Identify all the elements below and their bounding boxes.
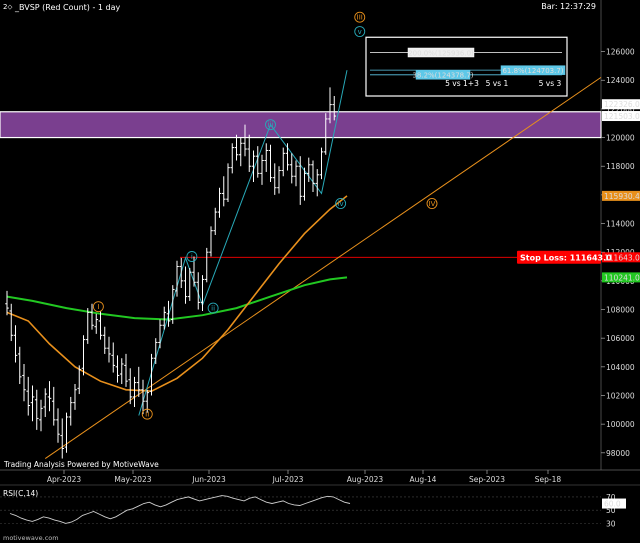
- projection-tag-text: 61.8%(124703.7): [502, 67, 563, 75]
- bar-time: Bar: 12:37:29: [541, 2, 596, 11]
- price-label: 110241.0: [602, 272, 640, 283]
- watermark: motivewave.com: [3, 534, 59, 542]
- y-tick-label: 124000: [606, 76, 635, 85]
- y-tick-label: 100000: [606, 420, 635, 429]
- price-label-text: 110241.0: [604, 273, 640, 282]
- y-tick-label: 102000: [606, 391, 635, 400]
- y-tick-label: 106000: [606, 334, 635, 343]
- price-label: 115930.4: [602, 190, 640, 201]
- wave-text: iv: [338, 200, 344, 208]
- y-tick-label: 126000: [606, 48, 635, 57]
- projection-caption: 5 vs 3: [539, 79, 562, 88]
- projection-caption: 5 vs 1: [486, 79, 509, 88]
- x-tick-label: Aug-14: [410, 475, 437, 484]
- wave-text: v: [358, 28, 362, 36]
- y-tick-label: 108000: [606, 306, 635, 315]
- projection-caption: 5 vs 1+3: [445, 79, 479, 88]
- powered-by-text: Trading Analysis Powered by MotiveWave: [3, 460, 159, 469]
- y-tick-label: 114000: [606, 220, 635, 229]
- target-zone: [0, 111, 602, 139]
- price-label: 121503.0: [602, 111, 640, 122]
- x-tick-label: Jul-2023: [272, 475, 304, 484]
- x-tick-label: Apr-2023: [47, 475, 82, 484]
- wave-text: III: [357, 14, 363, 22]
- x-tick-label: Sep-18: [535, 475, 562, 484]
- price-label: 122326.0: [602, 99, 640, 110]
- price-label-text: 122326.0: [604, 100, 640, 109]
- stock-chart[interactable]: IIIIIIIViiiiiiivv 9800010000010200010400…: [0, 0, 640, 543]
- wave-text: i: [191, 253, 193, 261]
- wave-text: I: [97, 303, 99, 311]
- price-label-text: 121503.0: [604, 112, 640, 121]
- stop-loss-badge-text: Stop Loss: 111643.0: [520, 253, 612, 262]
- x-tick-label: Sep-2023: [469, 475, 505, 484]
- chart-title: _BVSP (Red Count) - 1 day: [14, 3, 120, 12]
- stop-loss-badge: Stop Loss: 111643.0: [517, 250, 612, 264]
- wave-text: iii: [268, 121, 274, 129]
- y-tick-label: 118000: [606, 162, 635, 171]
- y-tick-label: 98000: [606, 449, 630, 458]
- title-glyph: 2⬦: [3, 3, 12, 11]
- wave-text: II: [145, 411, 149, 419]
- x-tick-label: May-2023: [114, 475, 151, 484]
- price-label-text: 115930.4: [604, 192, 640, 201]
- y-tick-label: 120000: [606, 134, 635, 143]
- wave-text: IV: [429, 200, 436, 208]
- y-tick-label: 104000: [606, 363, 635, 372]
- x-tick-label: Aug-2023: [347, 475, 384, 484]
- rsi-value-text: 60.0: [604, 500, 621, 509]
- rsi-tick-label: 30: [606, 519, 616, 528]
- wave-text: ii: [211, 305, 215, 313]
- x-tick-label: Jun-2023: [191, 475, 226, 484]
- projection-tag-text: 200.0%(125936.0): [408, 49, 474, 57]
- title-block: 2⬦ _BVSP (Red Count) - 1 day: [3, 3, 120, 12]
